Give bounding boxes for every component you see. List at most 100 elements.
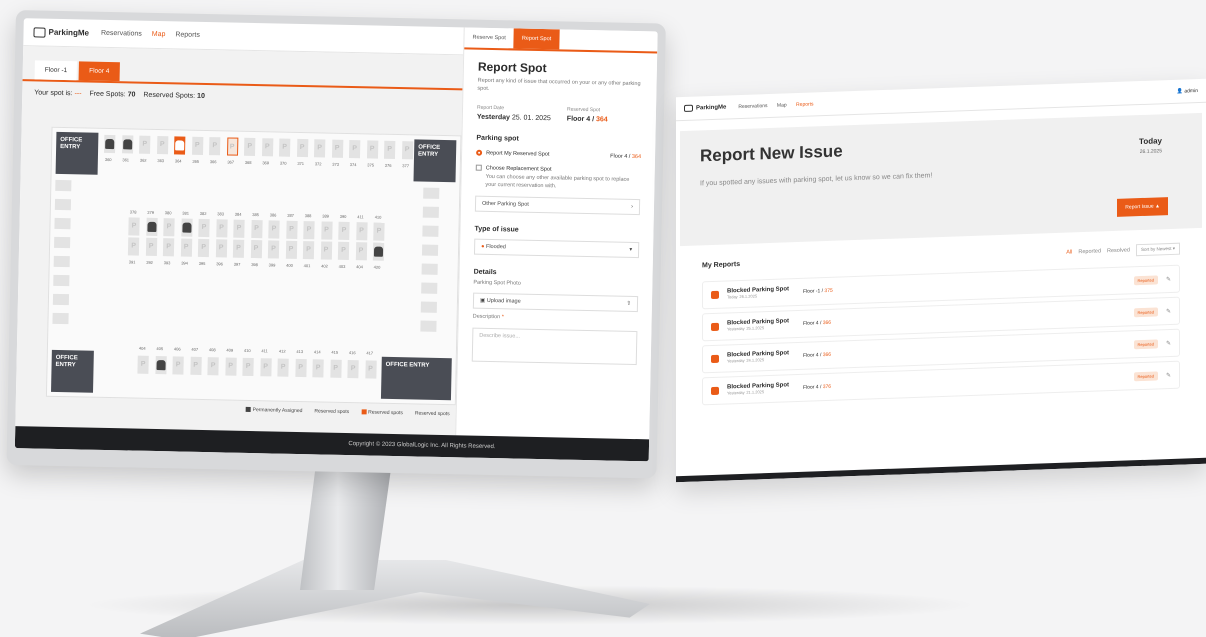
parking-spot-right[interactable] — [422, 206, 439, 218]
filter-resolved[interactable]: Resolved — [1107, 247, 1130, 254]
parking-spot[interactable]: P — [197, 238, 210, 258]
parking-spot[interactable]: P — [267, 240, 280, 259]
parking-spot-right[interactable] — [422, 225, 439, 237]
parking-spot[interactable]: P — [162, 238, 175, 257]
panel-nav-map[interactable]: Map — [777, 102, 787, 108]
parking-spot[interactable]: P — [127, 237, 140, 256]
parking-spot-right[interactable] — [421, 263, 438, 275]
parking-spot[interactable]: P — [348, 140, 361, 159]
parking-spot[interactable] — [180, 218, 193, 237]
tab-floor-minus-1[interactable]: Floor -1 — [34, 60, 78, 81]
parking-spot-right[interactable] — [421, 282, 438, 294]
parking-spot[interactable]: P — [198, 218, 210, 238]
parking-spot[interactable]: P — [331, 139, 343, 158]
parking-spot[interactable]: P — [243, 137, 256, 157]
user-menu[interactable]: 👤 admin — [1177, 88, 1198, 95]
parking-spot[interactable]: P — [302, 241, 315, 260]
parking-spot[interactable]: P — [355, 242, 367, 261]
nav-map[interactable]: Map — [152, 31, 166, 38]
nav-reports[interactable]: Reports — [175, 31, 200, 39]
parking-spot[interactable]: P — [215, 219, 228, 238]
parking-spot[interactable]: P — [207, 357, 219, 376]
parking-spot[interactable]: P — [329, 359, 342, 378]
parking-spot[interactable]: P — [373, 222, 385, 241]
parking-spot[interactable] — [121, 135, 133, 154]
parking-spot-right[interactable] — [421, 244, 439, 256]
parking-spot[interactable]: P — [278, 138, 291, 157]
parking-spot[interactable]: P — [191, 136, 203, 155]
edit-icon[interactable]: ✎ — [1166, 275, 1171, 282]
parking-spot-left[interactable] — [53, 255, 70, 268]
parking-spot[interactable]: P — [366, 140, 378, 159]
parking-spot-right[interactable] — [420, 320, 437, 332]
parking-spot[interactable]: P — [145, 237, 157, 256]
parking-spot[interactable]: P — [232, 239, 245, 258]
parking-spot[interactable]: P — [320, 241, 332, 260]
parking-spot[interactable]: P — [242, 357, 254, 377]
option-my-spot[interactable]: Report My Reserved Spot Floor 4 / 364 — [476, 150, 641, 160]
parking-spot[interactable] — [174, 136, 186, 155]
parking-spot[interactable]: P — [320, 221, 333, 240]
parking-spot[interactable]: P — [338, 221, 350, 241]
parking-spot[interactable]: P — [163, 218, 175, 237]
parking-spot-left[interactable] — [54, 236, 71, 249]
parking-spot[interactable]: P — [189, 356, 202, 375]
description-input[interactable]: Describe issue... — [471, 327, 638, 366]
parking-spot[interactable]: P — [226, 137, 238, 156]
parking-spot[interactable]: P — [233, 219, 245, 238]
parking-spot[interactable]: P — [128, 217, 140, 236]
panel-nav-reports[interactable]: Reports — [796, 101, 814, 108]
parking-spot[interactable]: P — [285, 240, 297, 259]
parking-spot[interactable]: P — [180, 238, 192, 257]
panel-nav-reservations[interactable]: Reservations — [738, 103, 767, 110]
edit-icon[interactable]: ✎ — [1166, 307, 1171, 314]
parking-spot-right[interactable] — [423, 187, 440, 199]
app-logo[interactable]: ParkingMe — [33, 26, 89, 38]
parking-spot[interactable]: P — [215, 239, 227, 258]
parking-spot[interactable]: P — [303, 221, 315, 240]
parking-spot[interactable]: P — [401, 141, 413, 160]
parking-spot[interactable]: P — [337, 241, 350, 261]
report-issue-button[interactable]: Report Issue ▲ — [1117, 197, 1168, 217]
parking-spot[interactable]: P — [261, 138, 273, 157]
parking-spot-left[interactable] — [54, 198, 72, 211]
tab-report-spot[interactable]: Report Spot — [513, 28, 560, 50]
issue-type-select[interactable]: ● Flooded ▾ — [473, 238, 640, 258]
parking-spot[interactable]: P — [137, 355, 149, 374]
parking-spot[interactable]: P — [364, 360, 377, 379]
parking-spot[interactable] — [154, 355, 167, 375]
other-spot-select[interactable]: Other Parking Spot › — [474, 195, 641, 215]
parking-spot[interactable] — [104, 134, 116, 154]
parking-spot[interactable]: P — [285, 220, 298, 239]
parking-spot[interactable]: P — [294, 358, 307, 378]
parking-spot[interactable]: P — [312, 359, 324, 378]
parking-spot[interactable]: P — [347, 360, 359, 379]
parking-spot[interactable]: P — [172, 356, 184, 375]
option-replacement[interactable]: Choose Replacement Spot — [475, 164, 641, 174]
parking-spot[interactable]: P — [209, 137, 221, 156]
panel-logo[interactable]: ParkingMe — [684, 103, 726, 112]
parking-spot[interactable]: P — [250, 239, 262, 259]
parking-spot-right[interactable] — [420, 301, 437, 313]
sort-select[interactable]: Sort by Newest ▾ — [1135, 242, 1180, 257]
parking-spot-left[interactable] — [52, 293, 70, 306]
parking-spot[interactable] — [145, 217, 158, 236]
tab-floor-4[interactable]: Floor 4 — [78, 61, 120, 82]
tab-reserve-spot[interactable]: Reserve Spot — [464, 27, 514, 48]
parking-spot-left[interactable] — [54, 217, 71, 230]
filter-reported[interactable]: Reported — [1078, 248, 1101, 255]
parking-spot[interactable]: P — [313, 139, 326, 158]
parking-spot[interactable] — [372, 242, 385, 261]
parking-spot-left[interactable] — [53, 274, 70, 287]
nav-reservations[interactable]: Reservations — [101, 30, 142, 38]
parking-spot-left[interactable] — [52, 312, 69, 325]
parking-spot[interactable]: P — [277, 358, 289, 377]
edit-icon[interactable]: ✎ — [1166, 339, 1171, 346]
edit-icon[interactable]: ✎ — [1166, 371, 1171, 378]
parking-spot[interactable]: P — [268, 220, 280, 239]
parking-spot[interactable]: P — [259, 358, 272, 377]
parking-spot[interactable]: P — [139, 135, 151, 154]
parking-spot[interactable]: P — [383, 140, 396, 159]
parking-spot[interactable]: P — [296, 138, 308, 158]
photo-upload[interactable]: ▣ Upload image ⇧ — [472, 292, 639, 313]
